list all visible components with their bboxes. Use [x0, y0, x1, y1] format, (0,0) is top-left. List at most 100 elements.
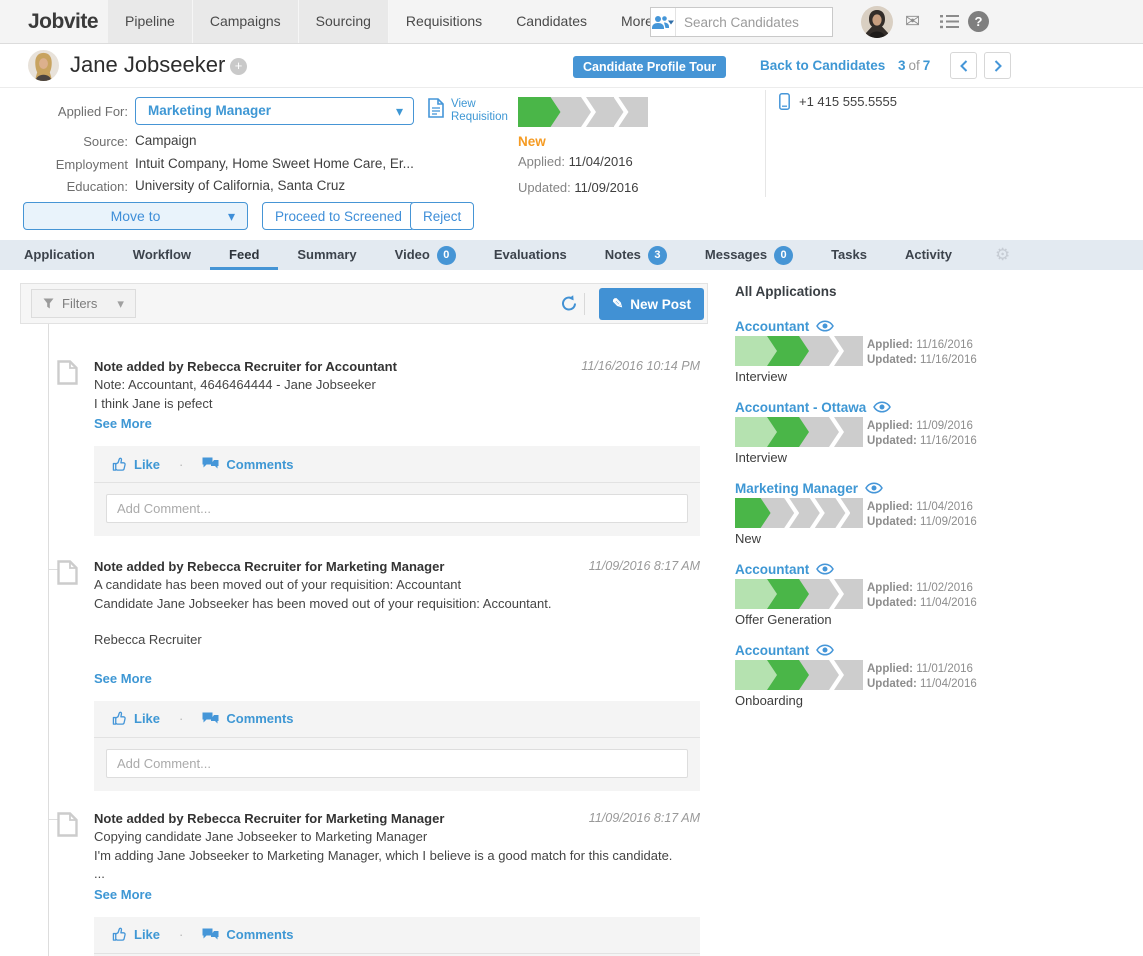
- comments-button[interactable]: Comments: [202, 927, 293, 942]
- feed-body-line: I'm adding Jane Jobseeker to Marketing M…: [94, 847, 700, 866]
- like-button[interactable]: Like: [112, 927, 160, 942]
- tab-messages[interactable]: Messages0: [686, 240, 812, 270]
- new-post-button[interactable]: ✎ New Post: [599, 288, 704, 320]
- note-icon: [57, 812, 78, 842]
- reject-button[interactable]: Reject: [410, 202, 474, 230]
- application-dates: Applied: 11/16/2016 Updated: 11/16/2016: [867, 338, 977, 368]
- application-link[interactable]: Accountant - Ottawa: [735, 399, 1135, 415]
- application-status: Offer Generation: [735, 612, 832, 627]
- candidate-profile-tour-button[interactable]: Candidate Profile Tour: [573, 56, 726, 78]
- like-button[interactable]: Like: [112, 457, 160, 472]
- pager-current: 3: [898, 58, 906, 73]
- move-to-dropdown[interactable]: Move to ▾: [23, 202, 248, 230]
- applied-date-row: Applied: 11/04/2016: [518, 154, 633, 169]
- application-progress-bar: [735, 660, 863, 690]
- phone-row: +1 415 555.5555: [779, 93, 897, 110]
- application-link[interactable]: Accountant: [735, 561, 1135, 577]
- application-link[interactable]: Accountant: [735, 642, 1135, 658]
- comments-button[interactable]: Comments: [202, 711, 293, 726]
- jobvite-logo[interactable]: Jobvite: [28, 0, 98, 43]
- proceed-to-screened-button[interactable]: Proceed to Screened: [262, 202, 415, 230]
- video-count-badge: 0: [437, 246, 456, 265]
- social-block: Like · Comments: [94, 701, 700, 791]
- add-icon[interactable]: +: [230, 58, 247, 75]
- education-label: Education:: [30, 179, 128, 194]
- applied-for-label: Applied For:: [30, 104, 128, 119]
- see-more-link[interactable]: See More: [94, 669, 152, 688]
- feed-panel: Filters ▾ ✎ New Post: [20, 270, 710, 956]
- numbered-list-icon[interactable]: [940, 14, 959, 34]
- application-dates: Applied: 11/04/2016 Updated: 11/09/2016: [867, 500, 977, 530]
- tab-activity[interactable]: Activity: [886, 240, 971, 270]
- refresh-button[interactable]: [561, 295, 577, 317]
- feed-body-line: Rebecca Recruiter: [94, 631, 700, 650]
- application-link[interactable]: Marketing Manager: [735, 480, 1135, 496]
- see-more-link[interactable]: See More: [94, 885, 152, 904]
- tab-tasks[interactable]: Tasks: [812, 240, 886, 270]
- tab-feed[interactable]: Feed: [210, 240, 278, 270]
- like-button[interactable]: Like: [112, 711, 160, 726]
- help-icon[interactable]: ?: [968, 11, 989, 32]
- tab-application[interactable]: Application: [5, 240, 114, 270]
- requisition-select-value: Marketing Manager: [136, 98, 413, 124]
- refresh-icon: [561, 295, 577, 312]
- feed-body-line: [94, 650, 700, 668]
- tab-video[interactable]: Video0: [376, 240, 475, 270]
- view-requisition-link[interactable]: View Requisition: [428, 98, 523, 124]
- tab-evaluations[interactable]: Evaluations: [475, 240, 586, 270]
- mail-icon[interactable]: ✉: [905, 9, 920, 33]
- candidate-search-box: [650, 7, 833, 37]
- tab-summary[interactable]: Summary: [278, 240, 375, 270]
- user-avatar[interactable]: [861, 6, 893, 38]
- feed-item: 11/09/2016 8:17 AM Note added by Rebecca…: [57, 558, 700, 791]
- tab-workflow[interactable]: Workflow: [114, 240, 210, 270]
- filters-dropdown[interactable]: Filters ▾: [31, 289, 136, 318]
- document-icon: [428, 98, 444, 118]
- feed-body-line: Candidate Jane Jobseeker has been moved …: [94, 595, 700, 614]
- pager-total: 7: [923, 58, 931, 73]
- all-applications-heading: All Applications: [735, 284, 837, 299]
- dot-separator: ·: [179, 927, 183, 942]
- source-label: Source:: [30, 134, 128, 149]
- feed-timestamp: 11/09/2016 8:17 AM: [589, 559, 700, 573]
- application-progress-bar: [735, 579, 863, 609]
- next-candidate-button[interactable]: [984, 52, 1011, 79]
- note-icon: [57, 360, 78, 390]
- people-search-icon: [651, 15, 675, 30]
- feed-timestamp: 11/09/2016 8:17 AM: [589, 811, 700, 825]
- search-input[interactable]: [676, 15, 869, 30]
- feed-body-line: I think Jane is pefect: [94, 395, 700, 414]
- nav-item-pipeline[interactable]: Pipeline: [108, 0, 193, 43]
- social-block: Like · Comments: [94, 917, 700, 956]
- eye-icon: [816, 563, 834, 575]
- nav-item-campaigns[interactable]: Campaigns: [193, 0, 299, 43]
- nav-item-sourcing[interactable]: Sourcing: [299, 0, 389, 43]
- messages-count-badge: 0: [774, 246, 793, 265]
- add-comment-input[interactable]: [106, 749, 688, 778]
- chevron-down-icon: ▾: [117, 296, 124, 312]
- requisition-select[interactable]: Marketing Manager ▾: [135, 97, 414, 125]
- search-scope-button[interactable]: [651, 8, 676, 36]
- nav-item-requisitions[interactable]: Requisitions: [389, 0, 499, 43]
- updated-date-row: Updated: 11/09/2016: [518, 180, 639, 195]
- comments-button[interactable]: Comments: [202, 457, 293, 472]
- gear-icon[interactable]: ⚙: [995, 240, 1010, 270]
- application-status: Onboarding: [735, 693, 803, 708]
- employment-value: Intuit Company, Home Sweet Home Care, Er…: [135, 156, 414, 171]
- nav-item-candidates[interactable]: Candidates: [499, 0, 604, 43]
- add-comment-input[interactable]: [106, 494, 688, 523]
- application-card: Accountant Applied: 11/02/2016 Updated: …: [735, 561, 1135, 639]
- see-more-link[interactable]: See More: [94, 414, 152, 433]
- chevron-left-icon: [960, 60, 968, 72]
- application-card: Accountant - Ottawa Applied: 11/09/2016 …: [735, 399, 1135, 477]
- application-link[interactable]: Accountant: [735, 318, 1135, 334]
- feed-body-line: [94, 613, 700, 631]
- back-to-candidates-link[interactable]: Back to Candidates: [760, 58, 885, 73]
- application-progress-bar: [735, 417, 863, 447]
- action-row: Move to ▾ Proceed to Screened Reject: [0, 199, 1143, 240]
- chevron-right-icon: [994, 60, 1002, 72]
- previous-candidate-button[interactable]: [950, 52, 977, 79]
- tab-notes[interactable]: Notes3: [586, 240, 686, 270]
- notes-count-badge: 3: [648, 246, 667, 265]
- source-value: Campaign: [135, 133, 197, 148]
